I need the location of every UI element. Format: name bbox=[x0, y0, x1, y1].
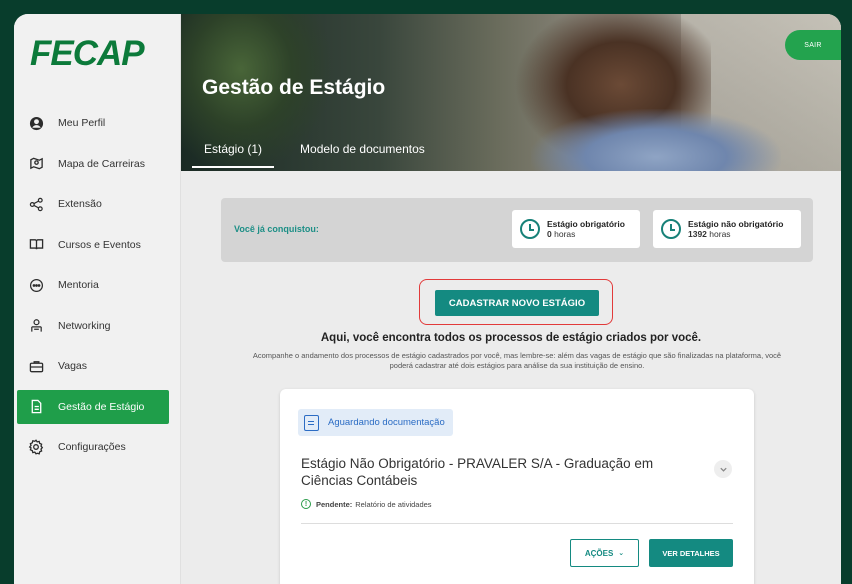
sidebar-item-label: Networking bbox=[58, 319, 111, 332]
pending-text: Relatório de atividades bbox=[355, 499, 432, 509]
sidebar-item-label: Vagas bbox=[58, 360, 87, 372]
sidebar: FECAP Meu Perfil Mapa de Carreiras Exten… bbox=[14, 14, 181, 584]
pending-info: ! Pendente: Relatório de atividades bbox=[301, 499, 432, 509]
chat-bubble-icon bbox=[28, 277, 44, 293]
user-circle-icon bbox=[28, 115, 44, 131]
divider bbox=[301, 523, 733, 524]
tab-bar: Estágio (1) Modelo de documentos bbox=[192, 142, 451, 168]
chevron-down-icon bbox=[719, 467, 727, 472]
briefcase-icon bbox=[28, 358, 44, 374]
sidebar-item-mentoria[interactable]: Mentoria bbox=[17, 268, 169, 302]
chevron-down-icon: ⌄ bbox=[618, 550, 625, 557]
logout-button[interactable]: SAIR bbox=[785, 30, 841, 60]
status-badge-label: Aguardando documentação bbox=[328, 417, 445, 428]
main-content: Gestão de Estágio Estágio (1) Modelo de … bbox=[181, 14, 841, 584]
page-title: Gestão de Estágio bbox=[202, 76, 386, 99]
stat-unit: horas bbox=[709, 229, 731, 239]
sidebar-item-extensao[interactable]: Extensão bbox=[17, 187, 169, 221]
sidebar-item-label: Extensão bbox=[58, 198, 102, 210]
sidebar-item-configuracoes[interactable]: Configurações bbox=[17, 430, 169, 464]
share-icon bbox=[28, 196, 44, 212]
document-icon bbox=[28, 399, 44, 415]
map-pin-icon bbox=[28, 156, 44, 172]
internship-title: Estágio Não Obrigatório - PRAVALER S/A -… bbox=[301, 456, 654, 488]
cta-highlight: CADASTRAR NOVO ESTÁGIO bbox=[419, 279, 613, 325]
tab-modelo-de-documentos[interactable]: Modelo de documentos bbox=[288, 142, 437, 168]
people-icon bbox=[28, 318, 44, 334]
sidebar-item-label: Gestão de Estágio bbox=[58, 400, 145, 413]
tab-estagio[interactable]: Estágio (1) bbox=[192, 142, 275, 168]
fecap-logo: FECAP bbox=[30, 34, 145, 73]
sidebar-item-label: Meu Perfil bbox=[58, 117, 106, 129]
sidebar-item-label: Mapa de Carreiras bbox=[58, 157, 145, 170]
expand-button[interactable] bbox=[714, 460, 732, 478]
section-headline: Aqui, você encontra todos os processos d… bbox=[320, 332, 702, 344]
sidebar-item-label: Cursos e Eventos bbox=[58, 238, 141, 251]
hero-photo-shirt bbox=[531, 109, 781, 171]
sidebar-item-networking[interactable]: Networking bbox=[17, 309, 169, 343]
achievements-panel: Você já conquistou: Estágio obrigatório … bbox=[221, 198, 813, 262]
gear-icon bbox=[28, 439, 44, 455]
sidebar-item-gestao-de-estagio[interactable]: Gestão de Estágio bbox=[17, 389, 169, 424]
info-icon: ! bbox=[301, 499, 311, 509]
stat-value: 1392 bbox=[688, 229, 707, 239]
clock-icon bbox=[661, 219, 681, 239]
stat-estagio-obrigatorio: Estágio obrigatório 0 horas bbox=[512, 210, 640, 248]
pending-label: Pendente: bbox=[316, 499, 353, 509]
hero-banner: Gestão de Estágio Estágio (1) Modelo de … bbox=[181, 14, 841, 171]
document-icon bbox=[304, 414, 319, 431]
app-window: FECAP Meu Perfil Mapa de Carreiras Exten… bbox=[14, 14, 841, 584]
sidebar-item-label: Mentoria bbox=[58, 279, 99, 291]
internship-card: Aguardando documentação Estágio Não Obri… bbox=[280, 389, 754, 584]
sidebar-item-meu-perfil[interactable]: Meu Perfil bbox=[17, 106, 169, 140]
sidebar-item-vagas[interactable]: Vagas bbox=[17, 349, 169, 383]
acoes-label: AÇÕES bbox=[584, 548, 614, 558]
sidebar-item-label: Configurações bbox=[58, 441, 126, 453]
sidebar-item-cursos-e-eventos[interactable]: Cursos e Eventos bbox=[17, 228, 169, 262]
stat-value: 0 bbox=[547, 229, 552, 239]
acoes-button[interactable]: AÇÕES ⌄ bbox=[570, 539, 639, 567]
sidebar-nav: Meu Perfil Mapa de Carreiras Extensão Cu… bbox=[14, 106, 180, 471]
sidebar-item-mapa-de-carreiras[interactable]: Mapa de Carreiras bbox=[17, 147, 169, 181]
book-open-icon bbox=[28, 237, 44, 253]
ver-detalhes-button[interactable]: VER DETALHES bbox=[649, 539, 733, 567]
achievements-label: Você já conquistou: bbox=[234, 224, 319, 234]
stat-title: Estágio obrigatório bbox=[547, 219, 625, 229]
stat-estagio-nao-obrigatorio: Estágio não obrigatório 1392 horas bbox=[653, 210, 801, 248]
clock-icon bbox=[520, 219, 540, 239]
cadastrar-novo-estagio-button[interactable]: CADASTRAR NOVO ESTÁGIO bbox=[435, 290, 599, 316]
status-badge: Aguardando documentação bbox=[298, 409, 453, 436]
stat-unit: horas bbox=[554, 229, 576, 239]
stat-title: Estágio não obrigatório bbox=[688, 219, 784, 229]
section-subtext: Acompanhe o andamento dos processos de e… bbox=[252, 351, 782, 370]
